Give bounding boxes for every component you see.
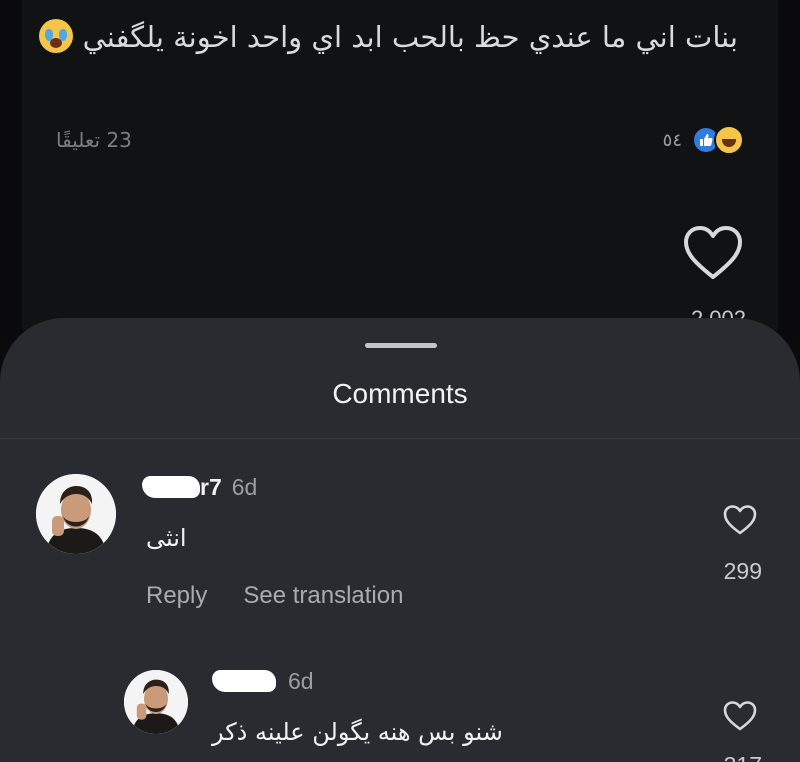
- sheet-title: Comments: [332, 378, 468, 409]
- username[interactable]: [212, 668, 278, 695]
- comment-header: 6d: [212, 668, 314, 695]
- background-post: بنات اني ما عندي حظ بالحب ابد اي واحد اخ…: [0, 0, 800, 340]
- comment-header: r7 6d: [142, 474, 258, 501]
- comment-like-count: 317: [724, 752, 762, 762]
- heart-outline-icon[interactable]: [722, 504, 758, 536]
- comment-like-count: 299: [723, 558, 762, 584]
- reactions-count: ٥٤: [662, 129, 682, 151]
- see-translation-button[interactable]: See translation: [243, 582, 403, 610]
- post-card[interactable]: بنات اني ما عندي حظ بالحب ابد اي واحد اخ…: [22, 0, 778, 331]
- avatar[interactable]: [36, 474, 116, 554]
- post-comments-count[interactable]: 23 تعليقًا: [56, 128, 132, 152]
- post-reactions[interactable]: ٥٤: [663, 124, 744, 156]
- sheet-divider: [0, 438, 800, 439]
- comments-sheet: Comments r7 6d انثى Reply See translatio…: [0, 318, 800, 762]
- comment-timestamp: 6d: [231, 474, 258, 500]
- post-text-content: بنات اني ما عندي حظ بالحب ابد اي واحد اخ…: [82, 20, 738, 54]
- haha-reaction-icon: [714, 125, 744, 155]
- comment-actions: Reply See translation: [146, 582, 403, 610]
- post-text: بنات اني ما عندي حظ بالحب ابد اي واحد اخ…: [18, 12, 738, 62]
- comment-timestamp: 6d: [288, 668, 314, 694]
- heart-outline-icon[interactable]: [682, 224, 744, 282]
- sheet-drag-handle[interactable]: [365, 343, 437, 348]
- reply-button[interactable]: Reply: [146, 582, 207, 610]
- comment-text: شنو بس هنه يگولن علينه ذكر: [212, 718, 503, 746]
- comment-text: انثى: [146, 524, 187, 552]
- crying-face-emoji-icon: [39, 19, 74, 53]
- username[interactable]: r7: [142, 474, 222, 501]
- avatar[interactable]: [124, 670, 188, 734]
- heart-outline-icon[interactable]: [722, 700, 758, 732]
